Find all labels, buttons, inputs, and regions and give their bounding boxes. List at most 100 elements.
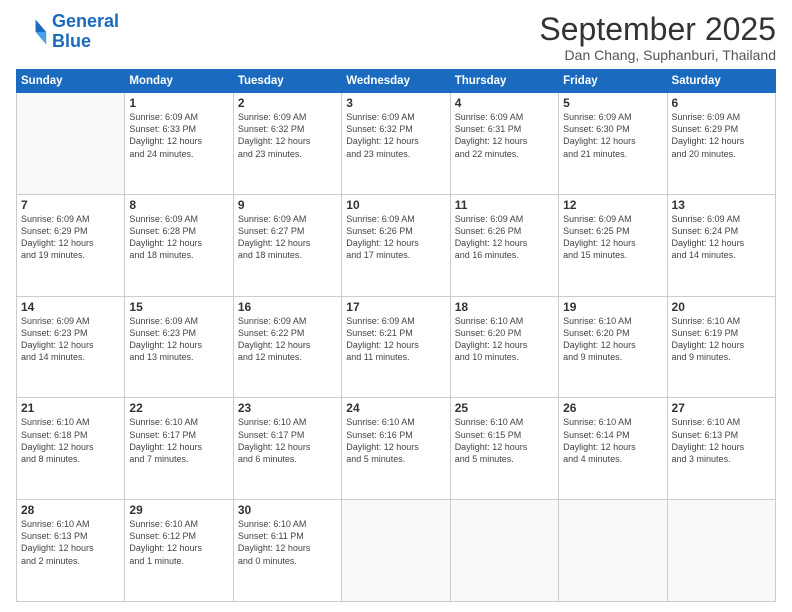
calendar-cell: 21Sunrise: 6:10 AM Sunset: 6:18 PM Dayli…	[17, 398, 125, 500]
day-number: 13	[672, 198, 771, 212]
weekday-header-monday: Monday	[125, 70, 233, 93]
day-number: 21	[21, 401, 120, 415]
day-number: 18	[455, 300, 554, 314]
day-info: Sunrise: 6:09 AM Sunset: 6:25 PM Dayligh…	[563, 213, 662, 262]
day-info: Sunrise: 6:09 AM Sunset: 6:23 PM Dayligh…	[129, 315, 228, 364]
calendar-cell: 16Sunrise: 6:09 AM Sunset: 6:22 PM Dayli…	[233, 296, 341, 398]
calendar-cell: 2Sunrise: 6:09 AM Sunset: 6:32 PM Daylig…	[233, 93, 341, 195]
weekday-header-saturday: Saturday	[667, 70, 775, 93]
day-info: Sunrise: 6:09 AM Sunset: 6:26 PM Dayligh…	[346, 213, 445, 262]
calendar-cell: 5Sunrise: 6:09 AM Sunset: 6:30 PM Daylig…	[559, 93, 667, 195]
calendar-cell: 1Sunrise: 6:09 AM Sunset: 6:33 PM Daylig…	[125, 93, 233, 195]
day-info: Sunrise: 6:09 AM Sunset: 6:29 PM Dayligh…	[21, 213, 120, 262]
calendar-cell: 3Sunrise: 6:09 AM Sunset: 6:32 PM Daylig…	[342, 93, 450, 195]
calendar-cell: 11Sunrise: 6:09 AM Sunset: 6:26 PM Dayli…	[450, 194, 558, 296]
calendar-cell: 14Sunrise: 6:09 AM Sunset: 6:23 PM Dayli…	[17, 296, 125, 398]
day-info: Sunrise: 6:10 AM Sunset: 6:15 PM Dayligh…	[455, 416, 554, 465]
day-number: 14	[21, 300, 120, 314]
day-number: 16	[238, 300, 337, 314]
weekday-header-sunday: Sunday	[17, 70, 125, 93]
day-number: 20	[672, 300, 771, 314]
day-number: 4	[455, 96, 554, 110]
calendar-cell: 24Sunrise: 6:10 AM Sunset: 6:16 PM Dayli…	[342, 398, 450, 500]
weekday-header-tuesday: Tuesday	[233, 70, 341, 93]
day-info: Sunrise: 6:09 AM Sunset: 6:32 PM Dayligh…	[346, 111, 445, 160]
weekday-header-thursday: Thursday	[450, 70, 558, 93]
day-number: 25	[455, 401, 554, 415]
calendar-cell: 18Sunrise: 6:10 AM Sunset: 6:20 PM Dayli…	[450, 296, 558, 398]
day-info: Sunrise: 6:10 AM Sunset: 6:20 PM Dayligh…	[563, 315, 662, 364]
logo-text: General Blue	[52, 12, 119, 52]
day-info: Sunrise: 6:10 AM Sunset: 6:13 PM Dayligh…	[672, 416, 771, 465]
day-number: 9	[238, 198, 337, 212]
calendar-cell: 13Sunrise: 6:09 AM Sunset: 6:24 PM Dayli…	[667, 194, 775, 296]
calendar-cell: 26Sunrise: 6:10 AM Sunset: 6:14 PM Dayli…	[559, 398, 667, 500]
logo-icon	[16, 16, 48, 48]
day-info: Sunrise: 6:10 AM Sunset: 6:19 PM Dayligh…	[672, 315, 771, 364]
day-info: Sunrise: 6:09 AM Sunset: 6:22 PM Dayligh…	[238, 315, 337, 364]
weekday-header-friday: Friday	[559, 70, 667, 93]
day-info: Sunrise: 6:10 AM Sunset: 6:11 PM Dayligh…	[238, 518, 337, 567]
weekday-header-row: SundayMondayTuesdayWednesdayThursdayFrid…	[17, 70, 776, 93]
calendar-cell	[667, 500, 775, 602]
calendar-week-1: 7Sunrise: 6:09 AM Sunset: 6:29 PM Daylig…	[17, 194, 776, 296]
day-info: Sunrise: 6:09 AM Sunset: 6:33 PM Dayligh…	[129, 111, 228, 160]
day-info: Sunrise: 6:10 AM Sunset: 6:20 PM Dayligh…	[455, 315, 554, 364]
title-block: September 2025 Dan Chang, Suphanburi, Th…	[539, 12, 776, 63]
location-subtitle: Dan Chang, Suphanburi, Thailand	[539, 47, 776, 63]
day-number: 12	[563, 198, 662, 212]
header: General Blue September 2025 Dan Chang, S…	[16, 12, 776, 63]
calendar-header: SundayMondayTuesdayWednesdayThursdayFrid…	[17, 70, 776, 93]
calendar-cell: 9Sunrise: 6:09 AM Sunset: 6:27 PM Daylig…	[233, 194, 341, 296]
day-info: Sunrise: 6:09 AM Sunset: 6:23 PM Dayligh…	[21, 315, 120, 364]
day-info: Sunrise: 6:09 AM Sunset: 6:29 PM Dayligh…	[672, 111, 771, 160]
day-number: 15	[129, 300, 228, 314]
weekday-header-wednesday: Wednesday	[342, 70, 450, 93]
calendar-cell: 10Sunrise: 6:09 AM Sunset: 6:26 PM Dayli…	[342, 194, 450, 296]
calendar-week-4: 28Sunrise: 6:10 AM Sunset: 6:13 PM Dayli…	[17, 500, 776, 602]
day-info: Sunrise: 6:10 AM Sunset: 6:13 PM Dayligh…	[21, 518, 120, 567]
calendar-week-3: 21Sunrise: 6:10 AM Sunset: 6:18 PM Dayli…	[17, 398, 776, 500]
calendar-cell: 15Sunrise: 6:09 AM Sunset: 6:23 PM Dayli…	[125, 296, 233, 398]
day-number: 8	[129, 198, 228, 212]
day-info: Sunrise: 6:10 AM Sunset: 6:18 PM Dayligh…	[21, 416, 120, 465]
day-number: 2	[238, 96, 337, 110]
day-info: Sunrise: 6:09 AM Sunset: 6:31 PM Dayligh…	[455, 111, 554, 160]
calendar-cell: 28Sunrise: 6:10 AM Sunset: 6:13 PM Dayli…	[17, 500, 125, 602]
calendar-table: SundayMondayTuesdayWednesdayThursdayFrid…	[16, 69, 776, 602]
day-number: 24	[346, 401, 445, 415]
day-number: 27	[672, 401, 771, 415]
calendar-cell: 20Sunrise: 6:10 AM Sunset: 6:19 PM Dayli…	[667, 296, 775, 398]
calendar-cell: 29Sunrise: 6:10 AM Sunset: 6:12 PM Dayli…	[125, 500, 233, 602]
day-info: Sunrise: 6:09 AM Sunset: 6:27 PM Dayligh…	[238, 213, 337, 262]
logo-line1: General	[52, 11, 119, 31]
day-info: Sunrise: 6:10 AM Sunset: 6:17 PM Dayligh…	[129, 416, 228, 465]
day-info: Sunrise: 6:09 AM Sunset: 6:26 PM Dayligh…	[455, 213, 554, 262]
day-info: Sunrise: 6:09 AM Sunset: 6:30 PM Dayligh…	[563, 111, 662, 160]
calendar-cell: 27Sunrise: 6:10 AM Sunset: 6:13 PM Dayli…	[667, 398, 775, 500]
calendar-cell: 25Sunrise: 6:10 AM Sunset: 6:15 PM Dayli…	[450, 398, 558, 500]
day-number: 26	[563, 401, 662, 415]
day-info: Sunrise: 6:10 AM Sunset: 6:12 PM Dayligh…	[129, 518, 228, 567]
day-number: 3	[346, 96, 445, 110]
calendar-week-2: 14Sunrise: 6:09 AM Sunset: 6:23 PM Dayli…	[17, 296, 776, 398]
day-info: Sunrise: 6:09 AM Sunset: 6:21 PM Dayligh…	[346, 315, 445, 364]
day-number: 19	[563, 300, 662, 314]
calendar-cell: 17Sunrise: 6:09 AM Sunset: 6:21 PM Dayli…	[342, 296, 450, 398]
day-info: Sunrise: 6:09 AM Sunset: 6:24 PM Dayligh…	[672, 213, 771, 262]
day-info: Sunrise: 6:10 AM Sunset: 6:14 PM Dayligh…	[563, 416, 662, 465]
day-info: Sunrise: 6:09 AM Sunset: 6:32 PM Dayligh…	[238, 111, 337, 160]
calendar-cell: 23Sunrise: 6:10 AM Sunset: 6:17 PM Dayli…	[233, 398, 341, 500]
day-number: 5	[563, 96, 662, 110]
day-info: Sunrise: 6:09 AM Sunset: 6:28 PM Dayligh…	[129, 213, 228, 262]
calendar-cell: 4Sunrise: 6:09 AM Sunset: 6:31 PM Daylig…	[450, 93, 558, 195]
day-number: 29	[129, 503, 228, 517]
day-number: 11	[455, 198, 554, 212]
calendar-cell	[450, 500, 558, 602]
calendar-cell: 30Sunrise: 6:10 AM Sunset: 6:11 PM Dayli…	[233, 500, 341, 602]
month-title: September 2025	[539, 12, 776, 47]
day-number: 17	[346, 300, 445, 314]
calendar-cell: 22Sunrise: 6:10 AM Sunset: 6:17 PM Dayli…	[125, 398, 233, 500]
day-number: 22	[129, 401, 228, 415]
calendar-cell	[342, 500, 450, 602]
